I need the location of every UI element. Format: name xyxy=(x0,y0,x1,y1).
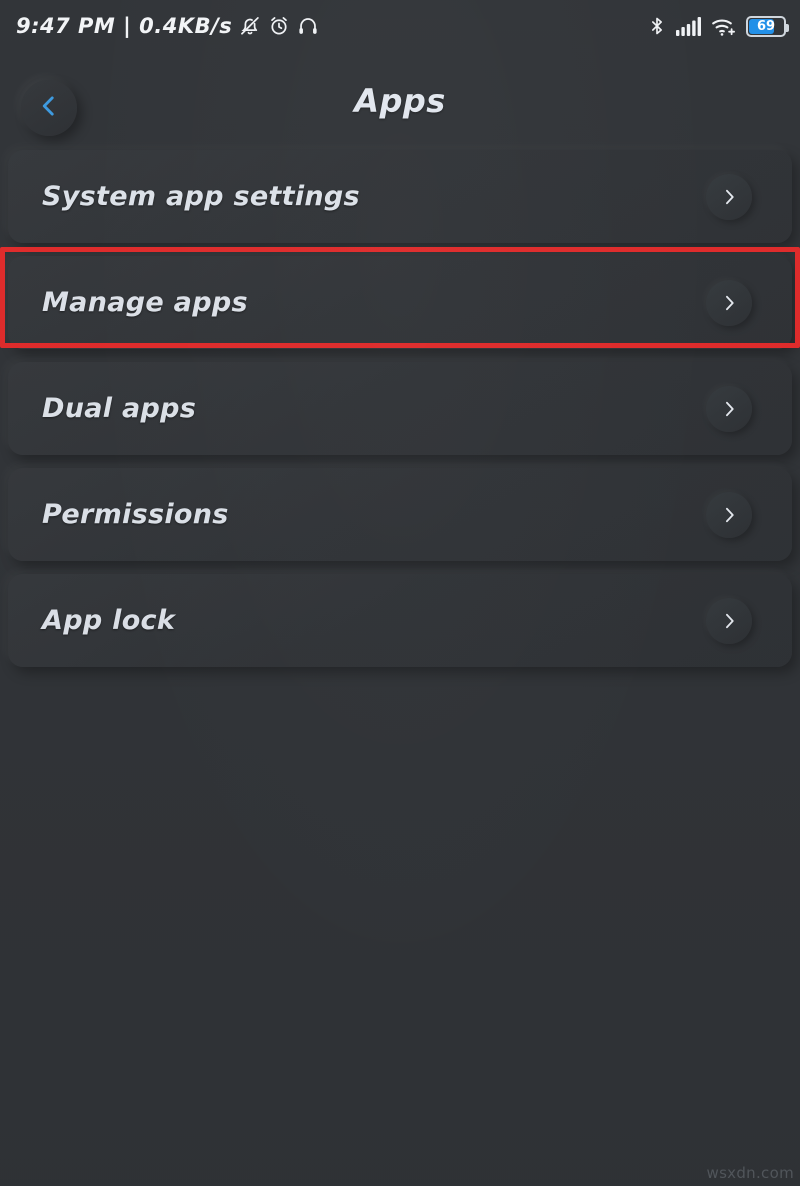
dnd-bell-muted-icon xyxy=(239,15,261,37)
status-bar-left: 9:47 PM | 0.4KB/s xyxy=(16,14,319,38)
headphones-icon xyxy=(297,15,319,37)
status-bar-right: 69 xyxy=(647,15,786,37)
page-title: Apps xyxy=(0,82,800,120)
list-item-label: System app settings xyxy=(42,181,706,212)
chevron-left-icon xyxy=(36,93,62,123)
chevron-right-icon[interactable] xyxy=(706,386,752,432)
list-item-system-app-settings[interactable]: System app settings xyxy=(8,150,792,243)
list-item-dual-apps[interactable]: Dual apps xyxy=(8,362,792,455)
list-item-label: Dual apps xyxy=(42,393,706,424)
list-item-label: Permissions xyxy=(42,499,706,530)
battery-indicator: 69 xyxy=(746,16,786,37)
bluetooth-icon xyxy=(647,15,667,37)
chevron-right-icon[interactable] xyxy=(706,280,752,326)
settings-list: System app settings Manage apps Dual app… xyxy=(0,150,800,667)
signal-bars-icon xyxy=(676,16,702,36)
wifi-icon xyxy=(711,16,737,37)
list-item-app-lock[interactable]: App lock xyxy=(8,574,792,667)
list-item-label: Manage apps xyxy=(42,287,706,318)
list-item-permissions[interactable]: Permissions xyxy=(8,468,792,561)
status-time-and-network-speed: 9:47 PM | 0.4KB/s xyxy=(16,14,232,38)
watermark: wsxdn.com xyxy=(707,1164,795,1182)
chevron-right-icon[interactable] xyxy=(706,492,752,538)
chevron-right-icon[interactable] xyxy=(706,598,752,644)
battery-level-label: 69 xyxy=(757,20,775,33)
list-item-label: App lock xyxy=(42,605,706,636)
status-bar: 9:47 PM | 0.4KB/s xyxy=(0,0,800,52)
chevron-right-icon[interactable] xyxy=(706,174,752,220)
back-button[interactable] xyxy=(21,80,77,136)
list-item-manage-apps[interactable]: Manage apps xyxy=(8,256,792,349)
alarm-clock-icon xyxy=(268,15,290,37)
page-header: Apps xyxy=(0,52,800,150)
